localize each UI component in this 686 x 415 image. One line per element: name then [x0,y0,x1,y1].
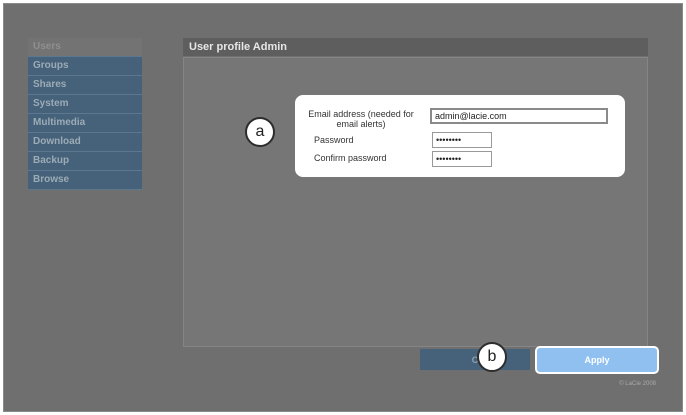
page-title: User profile Admin [183,38,648,56]
sidebar-item-label: Multimedia [33,117,86,128]
sidebar-item-label: System [33,98,69,109]
copyright-text: © LaCie 2008 [619,381,656,387]
email-label: Email address (needed for email alerts) [308,109,414,129]
sidebar: Users Groups Shares System Multimedia Do… [28,38,142,190]
confirm-password-field[interactable] [432,151,492,167]
sidebar-item-label: Users [33,41,61,52]
confirm-password-label: Confirm password [314,153,387,163]
callout-b: b [477,342,507,372]
sidebar-item-label: Backup [33,155,70,166]
sidebar-item-users[interactable]: Users [28,38,142,57]
sidebar-item-shares[interactable]: Shares [28,76,142,95]
sidebar-item-label: Shares [33,79,67,90]
sidebar-item-backup[interactable]: Backup [28,152,142,171]
sidebar-item-system[interactable]: System [28,95,142,114]
sidebar-item-browse[interactable]: Browse [28,171,142,190]
sidebar-item-download[interactable]: Download [28,133,142,152]
sidebar-item-label: Download [33,136,81,147]
sidebar-item-label: Browse [33,174,70,185]
password-label: Password [314,135,354,145]
sidebar-item-multimedia[interactable]: Multimedia [28,114,142,133]
cancel-button[interactable]: C [420,349,530,370]
sidebar-item-label: Groups [33,60,69,71]
callout-a: a [245,117,275,147]
sidebar-item-groups[interactable]: Groups [28,57,142,76]
password-field[interactable] [432,132,492,148]
user-profile-form: Email address (needed for email alerts) … [295,95,625,177]
apply-button[interactable]: Apply [535,346,659,374]
email-field[interactable] [430,108,608,124]
